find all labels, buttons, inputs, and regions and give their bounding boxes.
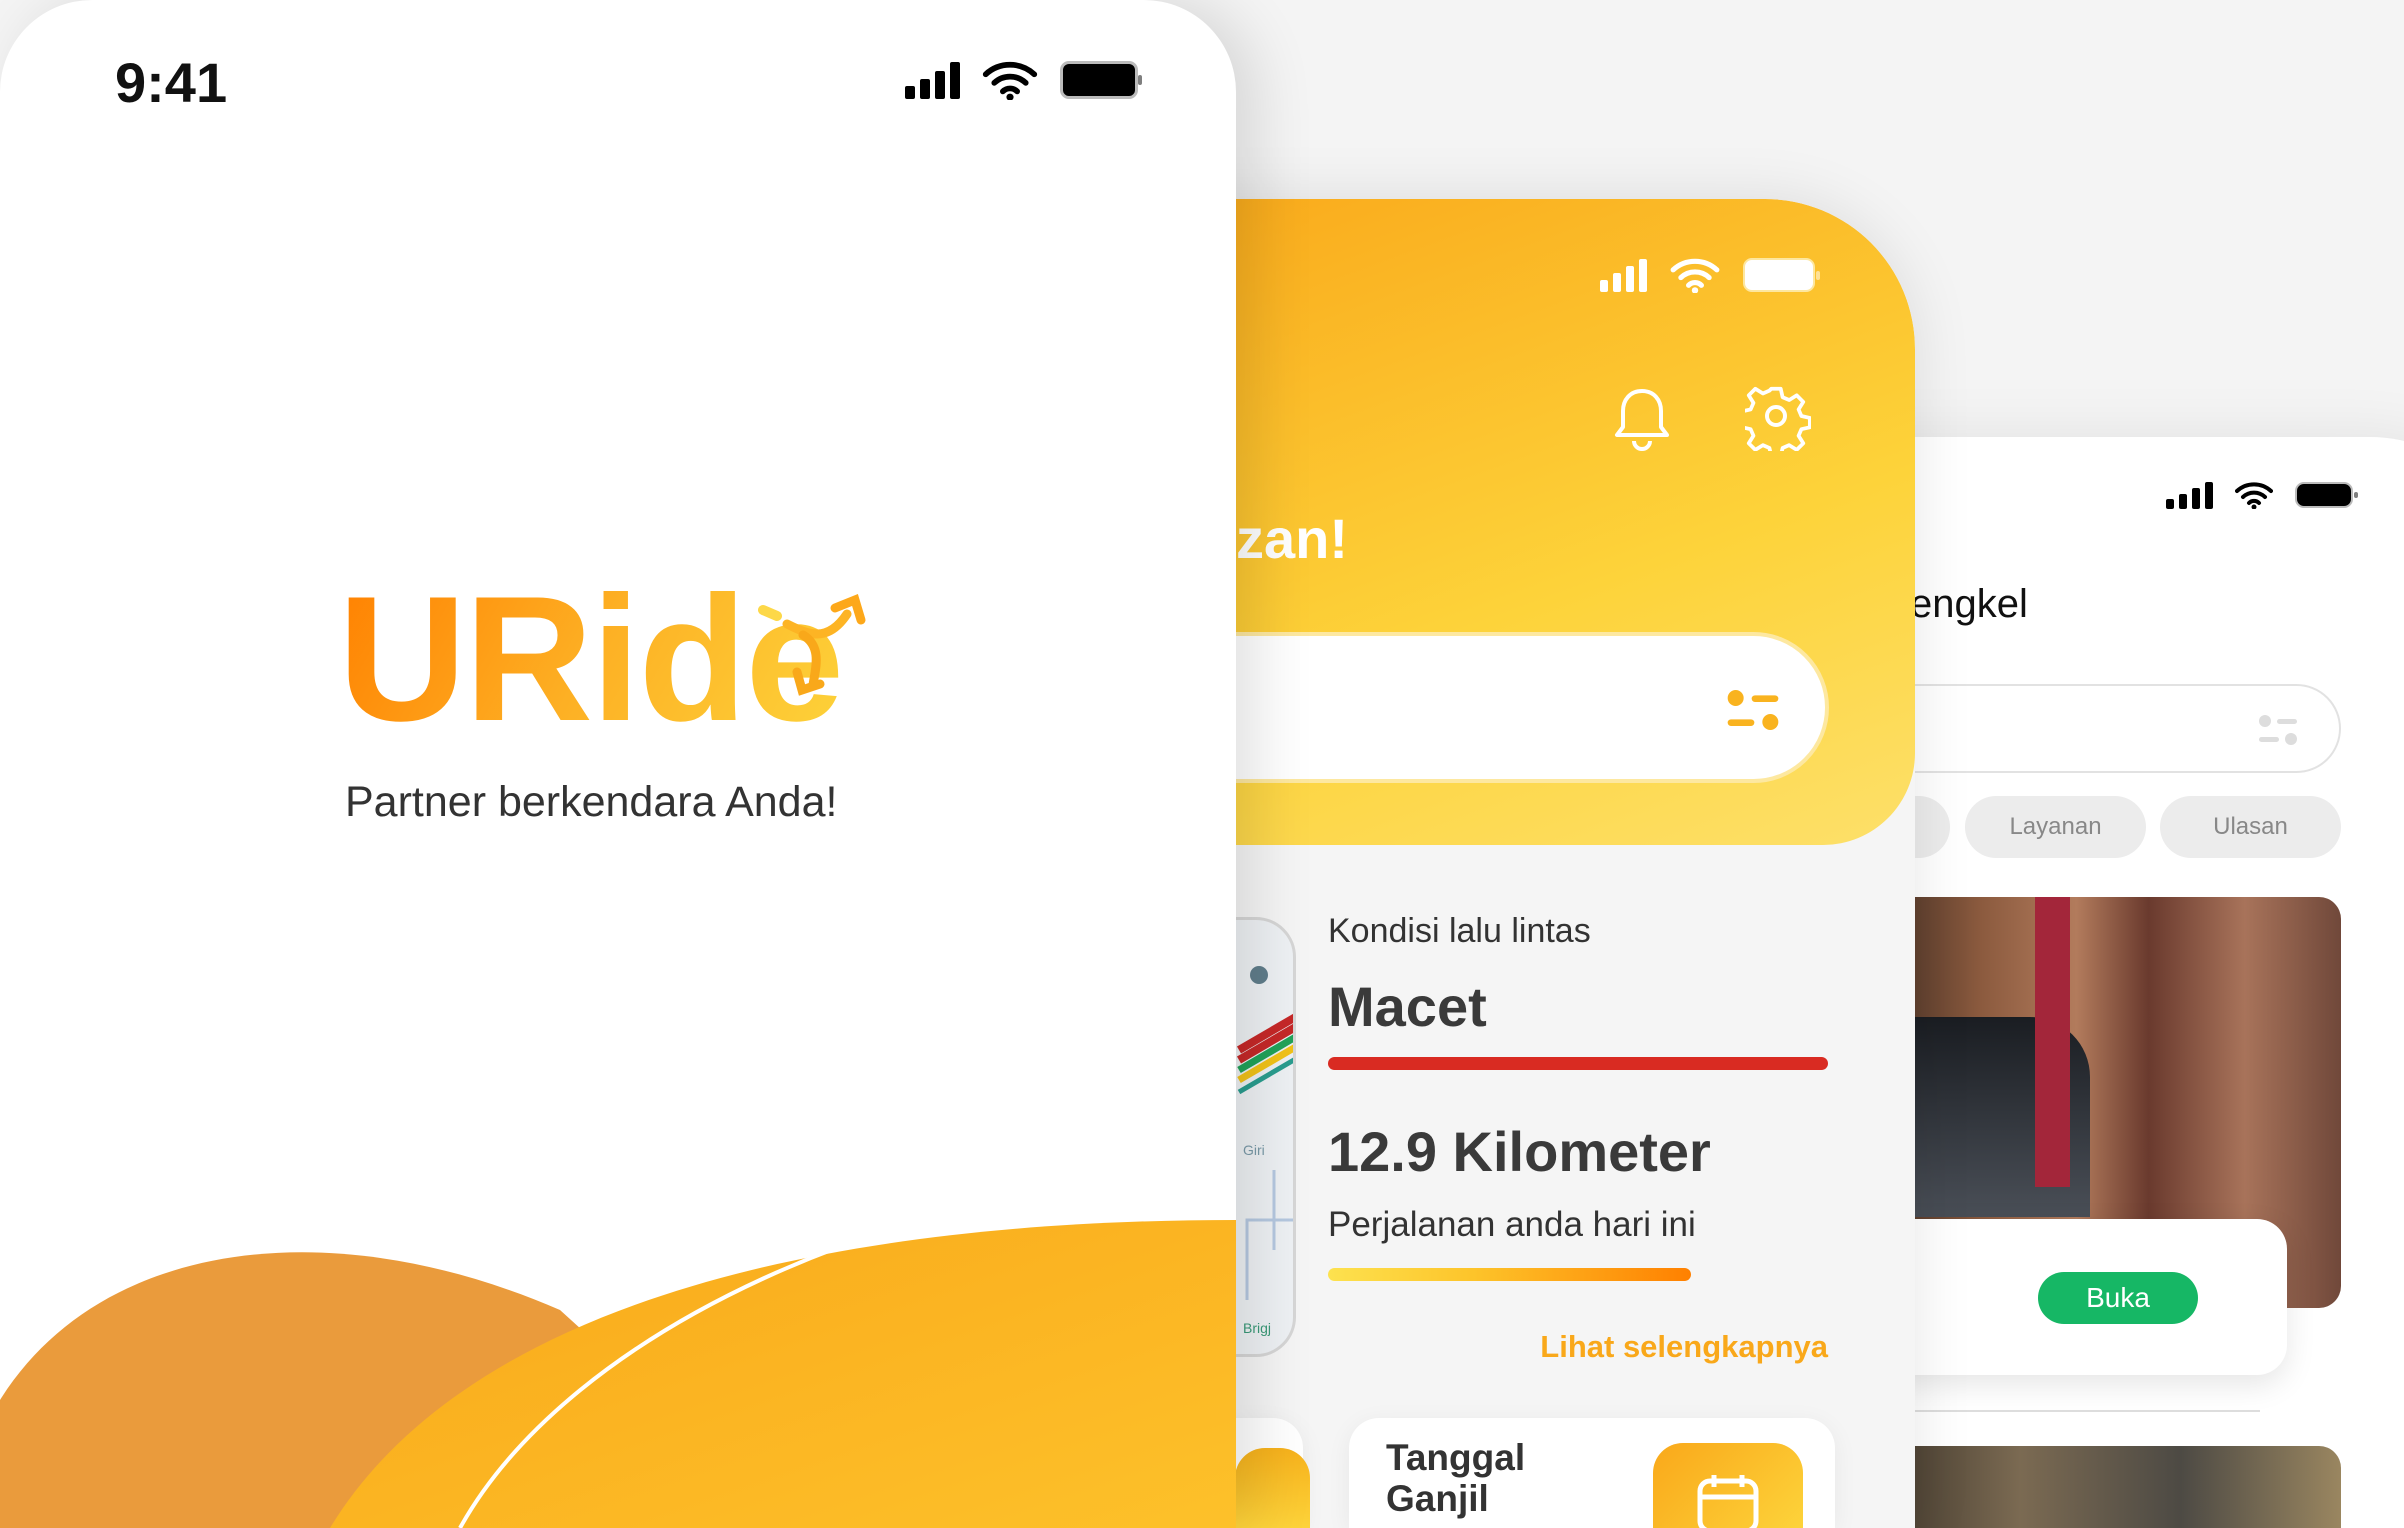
odd-even-card[interactable]: Tanggal Ganjil xyxy=(1349,1418,1835,1528)
status-bar xyxy=(2166,481,2358,509)
distance-progress xyxy=(1328,1268,1691,1281)
bell-icon[interactable] xyxy=(1612,385,1672,451)
traffic-bar xyxy=(1328,1057,1828,1070)
tagline: Partner berkendara Anda! xyxy=(345,778,838,826)
shop-card[interactable]: rona Buka xyxy=(1860,1219,2287,1375)
map-label: Brigj xyxy=(1243,1320,1272,1336)
see-more-link[interactable]: Lihat selengkapnya xyxy=(1540,1329,1828,1365)
tab-layanan[interactable]: Layanan xyxy=(1965,796,2146,858)
status-time: 9:41 xyxy=(115,51,228,114)
logo-arrows-icon xyxy=(758,593,866,696)
wifi-icon xyxy=(2235,482,2273,509)
traffic-label: Kondisi lalu lintas xyxy=(1328,912,1591,950)
card-title: Tanggal Ganjil xyxy=(1386,1437,1526,1519)
workshop-image-2[interactable] xyxy=(1860,1446,2341,1528)
splash-screen: 9:41 URide Partner berkendara Anda! xyxy=(0,0,1236,1528)
calendar-button[interactable] xyxy=(1653,1443,1803,1528)
signal-icon xyxy=(1600,258,1647,292)
calendar-icon xyxy=(1697,1475,1759,1528)
signal-icon xyxy=(905,61,960,99)
battery-icon xyxy=(2295,482,2358,508)
map-label: Giri xyxy=(1243,1142,1265,1158)
filter-icon[interactable] xyxy=(1725,686,1781,734)
wifi-icon xyxy=(1670,258,1720,293)
signal-icon xyxy=(2166,481,2213,509)
status-bar xyxy=(905,60,1142,100)
search-input[interactable] xyxy=(1860,684,2341,773)
filter-icon[interactable] xyxy=(2257,712,2299,748)
gear-icon[interactable] xyxy=(1745,385,1811,451)
traffic-status: Macet xyxy=(1328,975,1487,1038)
battery-icon xyxy=(1743,258,1820,292)
decorative-waves xyxy=(0,1168,1236,1528)
page-title: engkel xyxy=(1910,582,2028,626)
distance-value: 12.9 Kilometer xyxy=(1328,1120,1711,1183)
battery-icon xyxy=(1060,61,1142,99)
open-status-button[interactable]: Buka xyxy=(2038,1272,2198,1324)
greeting: zan! xyxy=(1236,507,1348,570)
divider xyxy=(1860,1410,2260,1412)
status-bar xyxy=(1600,257,1820,293)
wifi-icon xyxy=(982,61,1038,100)
tab-ulasan[interactable]: Ulasan xyxy=(2160,796,2341,858)
distance-label: Perjalanan anda hari ini xyxy=(1328,1205,1696,1244)
